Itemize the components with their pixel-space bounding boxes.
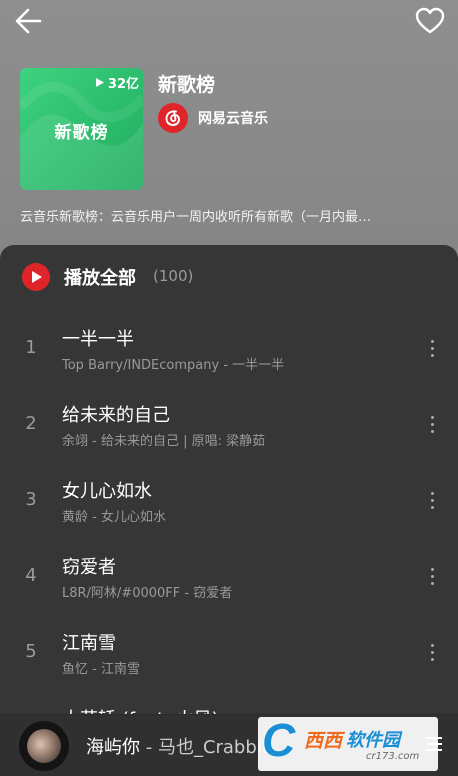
track-title: 给未来的自己 (62, 405, 170, 426)
more-options-icon[interactable] (420, 561, 444, 591)
track-title: 江南雪 (62, 633, 116, 654)
mini-player[interactable]: 海屿你 - 马也_Crabbit C 西西 软件园 cr173.com (0, 714, 458, 776)
track-index: 4 (25, 565, 37, 586)
track-list-panel: 播放全部 (100) 1 一半一半 Top Barry/INDEcompany … (0, 245, 458, 775)
track-subtitle: 鱼忆 - 江南雪 (62, 662, 140, 677)
watermark-logo: C 西西 软件园 cr173.com (258, 717, 438, 771)
track-count: (100) (153, 267, 194, 285)
track-title: 女儿心如水 (62, 481, 152, 502)
track-title: 一半一半 (62, 329, 134, 350)
track-row[interactable]: 1 一半一半 Top Barry/INDEcompany - 一半一半 (0, 317, 458, 393)
play-count-value: 32亿 (107, 77, 139, 92)
favorite-button[interactable] (414, 6, 446, 36)
watermark-domain: cr173.com (366, 751, 420, 762)
track-subtitle: 余翊 - 给未来的自己 | 原唱: 梁静茹 (62, 434, 266, 449)
album-art (27, 729, 61, 763)
top-bar (0, 0, 458, 44)
play-circle-icon (22, 263, 50, 291)
track-title: 窃爱者 (62, 557, 116, 578)
now-playing-artist: - 马也_Crabbit (140, 737, 269, 758)
track-subtitle: Top Barry/INDEcompany - 一半一半 (62, 358, 285, 373)
arrow-left-icon (15, 8, 42, 34)
now-playing-text[interactable]: 海屿你 - 马也_Crabbit (86, 733, 269, 759)
creator-name: 网易云音乐 (198, 111, 268, 127)
cover-title: 新歌榜 (54, 123, 109, 143)
playlist-description[interactable]: 云音乐新歌榜：云音乐用户一周内收听所有新歌（一月内最… (20, 206, 435, 225)
more-options-icon[interactable] (420, 637, 444, 667)
playlist-cover[interactable]: 32亿 新歌榜 (20, 68, 143, 190)
track-row[interactable]: 2 给未来的自己 余翊 - 给未来的自己 | 原唱: 梁静茹 (0, 393, 458, 469)
playlist-queue-icon[interactable] (426, 733, 448, 755)
watermark-suffix: 软件园 (346, 730, 400, 751)
track-index: 3 (25, 489, 37, 510)
watermark-c-icon: C (262, 717, 296, 766)
playlist-title: 新歌榜 (158, 74, 216, 96)
track-index: 5 (25, 641, 37, 662)
now-playing-song: 海屿你 (86, 737, 140, 758)
more-options-icon[interactable] (420, 409, 444, 439)
heart-outline-icon (415, 7, 445, 34)
track-index: 1 (25, 337, 37, 358)
play-all-button[interactable]: 播放全部 (100) (0, 245, 458, 307)
more-options-icon[interactable] (420, 333, 444, 363)
now-playing-disc[interactable] (19, 721, 69, 771)
play-count: 32亿 (95, 73, 139, 92)
watermark-brand: 西西 (304, 730, 343, 752)
track-row[interactable]: 5 江南雪 鱼忆 - 江南雪 (0, 621, 458, 697)
play-all-label: 播放全部 (64, 268, 136, 289)
track-subtitle: L8R/阿林/#0000FF - 窃爱者 (62, 586, 233, 601)
play-triangle-icon (95, 78, 104, 87)
track-index: 2 (25, 413, 37, 434)
back-button[interactable] (12, 6, 46, 36)
creator[interactable]: 网易云音乐 (158, 103, 268, 133)
more-options-icon[interactable] (420, 485, 444, 515)
track-subtitle: 黄龄 - 女儿心如水 (62, 510, 166, 525)
netease-logo-icon (158, 103, 188, 133)
track-row[interactable]: 3 女儿心如水 黄龄 - 女儿心如水 (0, 469, 458, 545)
track-row[interactable]: 4 窃爱者 L8R/阿林/#0000FF - 窃爱者 (0, 545, 458, 621)
